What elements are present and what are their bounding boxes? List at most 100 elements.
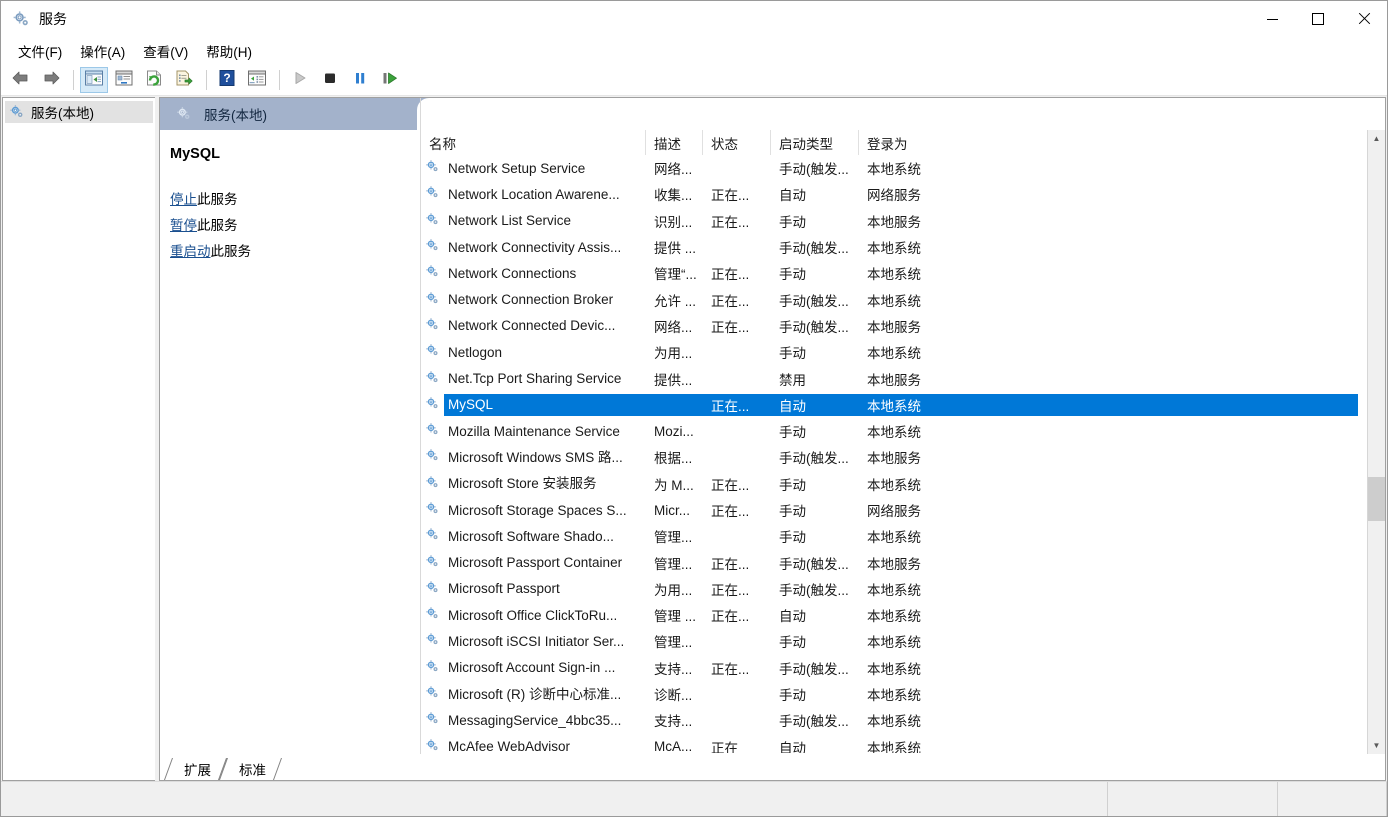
restart-service-link-row: 重启动此服务	[170, 240, 421, 260]
stop-service-link[interactable]: 停止	[170, 192, 197, 207]
cell-logon: 本地系统	[867, 425, 921, 441]
cell-desc: 管理...	[654, 556, 693, 572]
pause-service-link[interactable]: 暂停	[170, 218, 197, 233]
table-row[interactable]: Microsoft Windows SMS 路... 根据... 手动(触发... 本…	[421, 444, 1361, 470]
properties-button[interactable]	[110, 67, 138, 93]
close-button[interactable]	[1341, 1, 1387, 37]
table-row[interactable]: Network Connected Devic... 网络... 正在... 手动(触…	[421, 313, 1361, 339]
show-console-tree-button[interactable]	[80, 66, 108, 93]
stop-service-button[interactable]	[316, 67, 344, 93]
banner-corner	[417, 98, 1385, 130]
menu-help[interactable]: 帮助(H)	[197, 38, 261, 64]
column-header-3[interactable]: 启动类型	[771, 130, 859, 155]
column-header-4[interactable]: 登录为	[859, 130, 931, 155]
cell-desc: 管理“...	[654, 267, 697, 283]
cell-logon: 本地系统	[867, 346, 921, 362]
view-tabs: 扩展 标准	[160, 754, 1385, 780]
column-header-2[interactable]: 状态	[703, 130, 771, 155]
service-gear-icon	[425, 185, 440, 203]
tab-extended-label: 扩展	[184, 763, 211, 778]
menu-action[interactable]: 操作(A)	[71, 38, 134, 64]
cell-service-name: Microsoft Storage Spaces S...	[421, 497, 646, 523]
cell-desc: 提供...	[654, 372, 693, 388]
main-body: 服务(本地) 服务(本地) MySQL 停止此服务 暂停此服务 重启动此服务 名…	[1, 96, 1387, 781]
help-button[interactable]: ?	[213, 67, 241, 93]
menu-file[interactable]: 文件(F)	[9, 38, 71, 64]
scroll-up-icon[interactable]: ▲	[1368, 130, 1385, 147]
export-list-button[interactable]	[170, 67, 198, 93]
service-name-label: Network Connectivity Assis...	[448, 239, 622, 255]
column-header-1[interactable]: 描述	[646, 130, 703, 155]
service-gear-icon	[425, 606, 440, 624]
vertical-scrollbar[interactable]: ▲ ▼	[1367, 130, 1385, 754]
table-row[interactable]: Microsoft Storage Spaces S... Micr... 正在..…	[421, 497, 1361, 523]
results-pane: 服务(本地) MySQL 停止此服务 暂停此服务 重启动此服务 名称 描述 状态…	[159, 97, 1386, 781]
table-row[interactable]: McAfee WebAdvisor McA... 正在 自动 本地系统	[421, 734, 1361, 754]
table-row[interactable]: Microsoft Store 安装服务 为 M... 正在... 手动 本地系统	[421, 471, 1361, 497]
table-row[interactable]: MessagingService_4bbc35... 支持... 手动(触发... 本…	[421, 707, 1361, 733]
table-row[interactable]: Network Connections 管理“... 正在... 手动 本地系统	[421, 260, 1361, 286]
scroll-thumb[interactable]	[1368, 477, 1385, 521]
forward-button[interactable]	[37, 67, 65, 93]
minimize-button[interactable]	[1249, 1, 1295, 37]
table-row[interactable]: Network Location Awarene... 收集... 正在... 自动 网…	[421, 181, 1361, 207]
tab-standard[interactable]: 标准	[223, 758, 278, 780]
cell-startup: 手动(触发...	[779, 319, 849, 335]
table-row[interactable]: Netlogon 为用... 手动 本地系统	[421, 339, 1361, 365]
start-service-button[interactable]	[286, 67, 314, 93]
cell-desc: 为 M...	[654, 477, 694, 493]
table-row[interactable]: Microsoft Passport Container 管理... 正在... 手动…	[421, 549, 1361, 575]
cell-logon: 本地服务	[867, 214, 921, 230]
maximize-button[interactable]	[1295, 1, 1341, 37]
table-row[interactable]: Microsoft iSCSI Initiator Ser... 管理... 手动 本…	[421, 628, 1361, 654]
service-gear-icon	[425, 738, 440, 754]
services-window: 服务 文件(F) 操作(A) 查看(V) 帮助(H) ? 服务(本地) 服务(本…	[0, 0, 1388, 817]
table-row[interactable]: Network List Service 识别... 正在... 手动 本地服务	[421, 208, 1361, 234]
minimize-icon	[1266, 18, 1278, 20]
refresh-button[interactable]	[140, 67, 168, 93]
service-name-label: MessagingService_4bbc35...	[448, 712, 622, 728]
menu-bar: 文件(F) 操作(A) 查看(V) 帮助(H)	[1, 37, 1387, 64]
tree-item-label: 服务(本地)	[31, 106, 94, 121]
cell-desc: 提供 ...	[654, 241, 697, 257]
close-icon	[1358, 13, 1370, 25]
cell-desc	[646, 392, 703, 418]
table-row[interactable]: Microsoft (R) 诊断中心标准... 诊断... 手动 本地系统	[421, 681, 1361, 707]
banner-services-icon	[176, 106, 192, 122]
cell-desc: 识别...	[654, 214, 693, 230]
tree-item-services-local[interactable]: 服务(本地)	[5, 101, 153, 123]
status-panel-2	[1277, 782, 1387, 816]
table-row[interactable]: MySQL 正在... 自动 本地系统	[421, 392, 1361, 418]
restart-service-button[interactable]	[376, 67, 404, 93]
cell-desc: 根据...	[654, 451, 693, 467]
cell-startup: 手动	[779, 267, 806, 283]
cell-logon: 本地服务	[867, 372, 921, 388]
back-button[interactable]	[7, 67, 35, 93]
table-row[interactable]: Microsoft Software Shado... 管理... 手动 本地系统	[421, 523, 1361, 549]
show-action-pane-button[interactable]	[243, 67, 271, 93]
table-row[interactable]: Network Connection Broker 允许 ... 正在... 手动(触…	[421, 286, 1361, 312]
console-tree-icon	[84, 69, 104, 90]
scroll-track[interactable]	[1368, 147, 1385, 737]
table-row[interactable]: Network Connectivity Assis... 提供 ... 手动(触发…	[421, 234, 1361, 260]
scroll-down-icon[interactable]: ▼	[1368, 737, 1385, 754]
menu-view[interactable]: 查看(V)	[134, 38, 197, 64]
table-row[interactable]: Microsoft Passport 为用... 正在... 手动(触发... 本地系统	[421, 576, 1361, 602]
table-row[interactable]: Mozilla Maintenance Service Mozi... 手动 本地系统	[421, 418, 1361, 444]
table-row[interactable]: Network Setup Service 网络... 手动(触发... 本地系统	[421, 155, 1361, 181]
cell-logon: 网络服务	[867, 188, 921, 204]
cell-service-name: McAfee WebAdvisor	[421, 734, 646, 754]
service-gear-icon	[425, 527, 440, 545]
table-row[interactable]: Net.Tcp Port Sharing Service 提供... 禁用 本地服务	[421, 365, 1361, 391]
cell-service-name: Network List Service	[421, 208, 646, 234]
table-row[interactable]: Microsoft Account Sign-in ... 支持... 正在... 手…	[421, 655, 1361, 681]
tab-extended[interactable]: 扩展	[168, 758, 223, 780]
service-name-label: Microsoft (R) 诊断中心标准...	[448, 686, 622, 702]
stop-service-link-tail: 此服务	[197, 192, 238, 207]
table-row[interactable]: Microsoft Office ClickToRu... 管理 ... 正在...…	[421, 602, 1361, 628]
cell-logon: 本地系统	[867, 714, 921, 730]
cell-startup: 自动	[779, 398, 806, 414]
restart-service-link[interactable]: 重启动	[170, 244, 211, 259]
pause-service-button[interactable]	[346, 67, 374, 93]
column-header-0[interactable]: 名称 ⌄	[421, 130, 646, 155]
